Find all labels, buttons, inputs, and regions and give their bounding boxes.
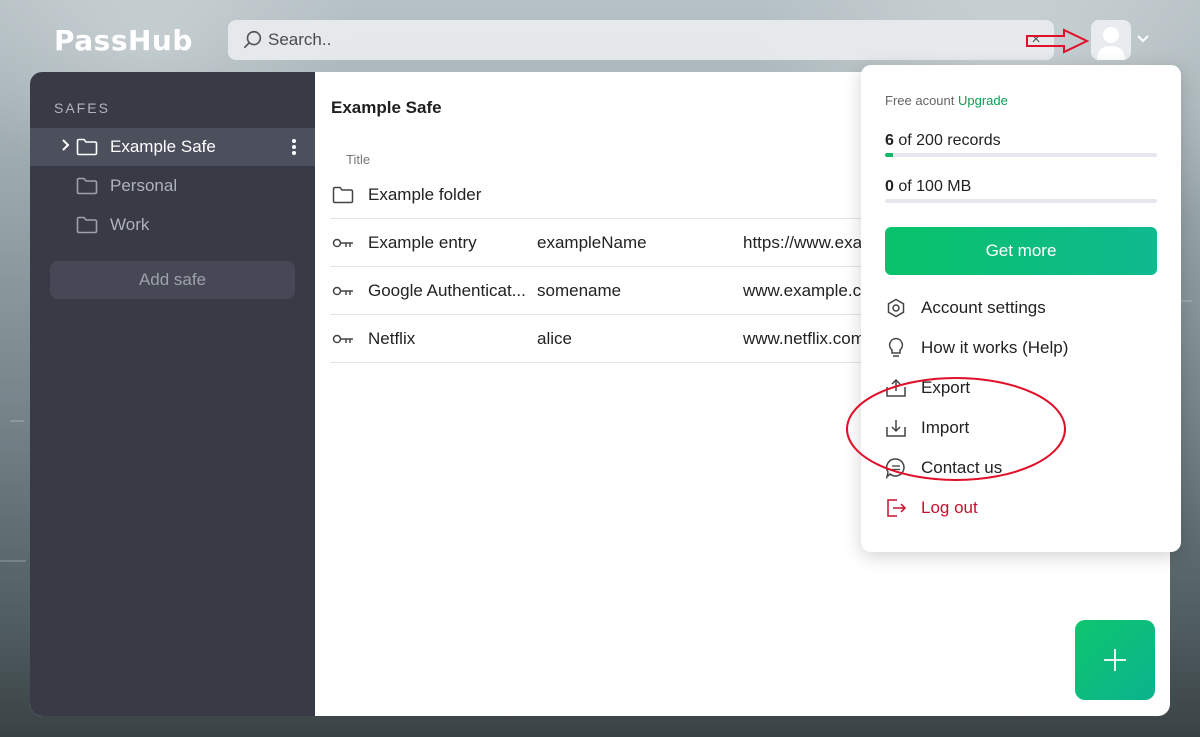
sidebar-item-personal[interactable]: Personal (30, 167, 315, 205)
get-more-button[interactable]: Get more (885, 227, 1157, 275)
row-title: Example entry (368, 232, 477, 252)
menu-item-label: Log out (921, 498, 978, 517)
user-avatar-button[interactable] (1091, 20, 1131, 60)
plan-text: Free acount (885, 93, 955, 108)
records-progress-fill (885, 153, 894, 157)
table-row[interactable]: Example folder (330, 171, 890, 219)
menu-item-help[interactable]: How it works (Help) (885, 336, 1068, 360)
row-username: somename (537, 280, 622, 300)
safe-title: Example Safe (331, 98, 442, 117)
row-username: alice (537, 328, 572, 348)
search-input[interactable] (268, 30, 1008, 50)
key-icon (332, 237, 354, 249)
logout-icon (885, 497, 907, 519)
row-title: Netflix (368, 328, 416, 348)
plan-info: Free acount Upgrade (885, 93, 1008, 108)
annotation-ellipse (846, 377, 1066, 481)
menu-item-log-out[interactable]: Log out (885, 496, 978, 520)
add-safe-button[interactable]: Add safe (50, 261, 295, 299)
storage-usage: 0 of 100 MB (885, 178, 971, 196)
records-progress-bar (885, 153, 1157, 157)
menu-item-label: Account settings (921, 298, 1046, 317)
row-url[interactable]: www.netflix.com (743, 329, 865, 349)
row-url[interactable]: www.example.c (743, 281, 861, 301)
sidebar: SAFES Example Safe Personal Work Add saf… (30, 72, 315, 716)
safe-label: Example Safe (110, 137, 216, 156)
sidebar-item-example-safe[interactable]: Example Safe (30, 128, 315, 166)
search-icon (243, 30, 262, 49)
records-total: of 200 records (898, 132, 1001, 149)
annotation-arrow (1026, 28, 1090, 54)
plus-icon (1104, 649, 1126, 671)
sidebar-item-work[interactable]: Work (30, 206, 315, 244)
menu-item-label: How it works (Help) (921, 338, 1069, 357)
background-decoration (0, 560, 26, 562)
avatar-icon (1091, 20, 1131, 60)
search-bar[interactable]: × (228, 20, 1054, 60)
table-row[interactable]: Netflix alice www.netflix.com (330, 315, 890, 363)
key-icon (332, 333, 354, 345)
key-icon (332, 285, 354, 297)
safes-heading: SAFES (54, 100, 110, 116)
chevron-right-icon[interactable] (56, 137, 76, 157)
records-used: 6 (885, 132, 894, 149)
storage-total: of 100 MB (898, 178, 972, 195)
records-usage: 6 of 200 records (885, 132, 1001, 150)
add-item-button[interactable] (1075, 620, 1155, 700)
app-logo[interactable]: PassHub (54, 24, 193, 57)
safe-label: Personal (110, 176, 178, 195)
row-username: exampleName (537, 232, 647, 252)
row-title: Google Authenticat... (368, 280, 526, 300)
table-row[interactable]: Example entry exampleName https://www.ex… (330, 219, 890, 267)
folder-icon (76, 216, 98, 234)
hexagon-settings-icon (885, 297, 907, 319)
folder-icon (76, 177, 98, 195)
row-title: Example folder (368, 184, 482, 204)
column-header-title[interactable]: Title (346, 152, 370, 167)
folder-icon (332, 186, 354, 204)
background-decoration (10, 420, 24, 422)
menu-item-account-settings[interactable]: Account settings (885, 296, 1046, 320)
table-row[interactable]: Google Authenticat... somename www.examp… (330, 267, 890, 315)
chevron-down-icon[interactable] (1136, 34, 1150, 44)
kebab-menu-icon[interactable] (291, 138, 297, 156)
row-url[interactable]: https://www.exa (743, 233, 862, 253)
storage-used: 0 (885, 178, 894, 195)
folder-icon (76, 138, 98, 156)
storage-progress-bar (885, 199, 1157, 203)
upgrade-link[interactable]: Upgrade (958, 93, 1008, 108)
lightbulb-icon (885, 337, 907, 359)
safe-label: Work (110, 215, 150, 234)
